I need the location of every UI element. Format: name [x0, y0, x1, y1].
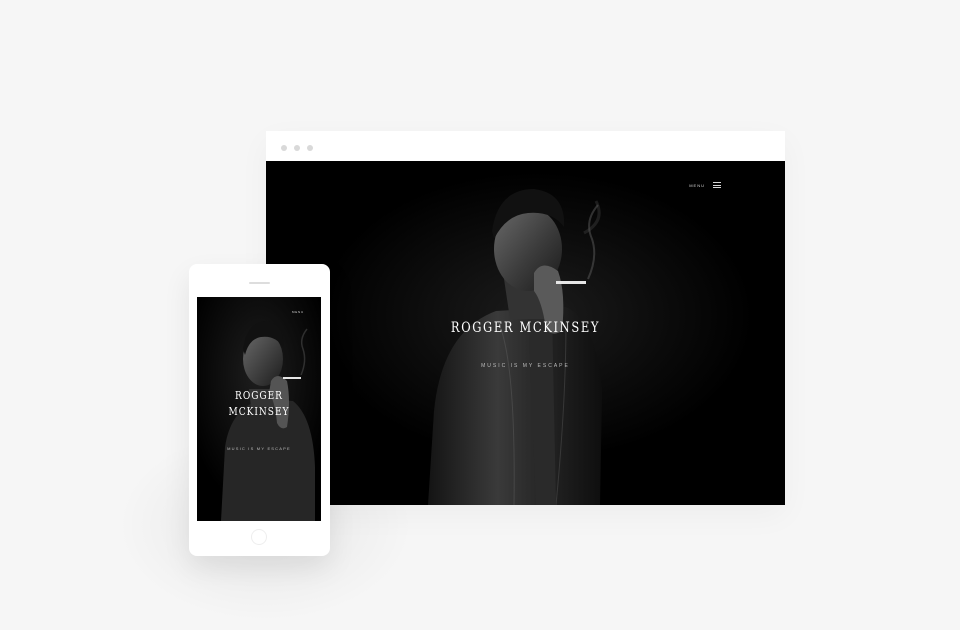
- window-dot-icon: [307, 145, 313, 151]
- mobile-menu-link[interactable]: MENU: [292, 310, 304, 314]
- showcase-stage: MENU ROGGER MCKINSEY MUSIC IS MY ESCAPE: [0, 0, 960, 630]
- mobile-hero-title-line1: ROGGER: [235, 389, 283, 402]
- mobile-hero-section: MENU ROGGER MCKINSEY MUSIC IS MY ESCAPE: [197, 297, 321, 521]
- hero-tagline: MUSIC IS MY ESCAPE: [481, 363, 570, 369]
- hero-title: ROGGER MCKINSEY: [450, 320, 601, 336]
- window-dot-icon: [281, 145, 287, 151]
- phone-speaker: [249, 282, 270, 284]
- desktop-menu-link[interactable]: MENU: [689, 183, 705, 188]
- phone-home-button: [251, 529, 267, 545]
- window-dot-icon: [294, 145, 300, 151]
- mobile-hero-tagline: MUSIC IS MY ESCAPE: [227, 446, 291, 451]
- mobile-phone-mockup: MENU ROGGER MCKINSEY MUSIC IS MY ESCAPE: [189, 264, 330, 556]
- browser-title-bar: [266, 131, 785, 161]
- mobile-hero-title-line2: MCKINSEY: [228, 405, 290, 418]
- hamburger-icon[interactable]: [713, 182, 721, 188]
- mobile-hero-title: ROGGER MCKINSEY: [208, 388, 310, 420]
